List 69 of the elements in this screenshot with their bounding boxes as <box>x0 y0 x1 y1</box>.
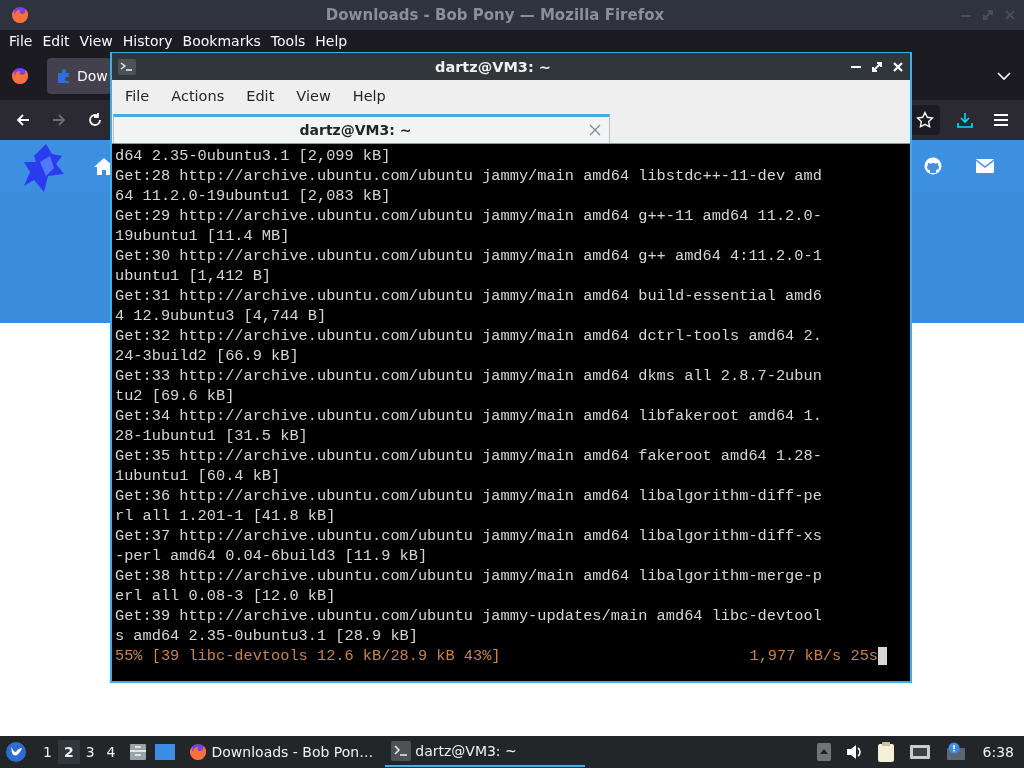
output-line: 1ubuntu1 [60.4 kB] <box>115 466 282 486</box>
menu-item[interactable]: Help <box>310 33 353 49</box>
window-title: Downloads - Bob Pony — Mozilla Firefox <box>324 6 666 24</box>
workspace-button[interactable]: 3 <box>79 740 101 764</box>
clipboard-icon[interactable] <box>876 741 895 763</box>
output-line: Get:32 http://archive.ubuntu.com/ubuntu jammy/main amd64 dctrl-tools amd64 2. <box>115 326 823 346</box>
workspace-button[interactable]: 1 <box>37 740 58 764</box>
output-line: erl all 0.08-3 [12.0 kB] <box>115 586 337 606</box>
firefox-icon <box>10 5 30 25</box>
output-line: rl all 1.201-1 [41.8 kB] <box>115 506 337 526</box>
menu-icon[interactable] <box>992 111 1010 129</box>
star-icon[interactable] <box>916 111 934 129</box>
transfer-rate: 1,977 kB/s 25s <box>749 646 878 666</box>
menu-item[interactable]: Help <box>341 88 397 104</box>
output-line: tu2 [69.6 kB] <box>115 386 236 406</box>
menu-item[interactable]: Edit <box>235 88 286 104</box>
volume-icon[interactable] <box>844 743 863 761</box>
menu-item[interactable]: View <box>74 33 118 49</box>
output-line: Get:37 http://archive.ubuntu.com/ubuntu jammy/main amd64 libalgorithm-diff-xs <box>115 526 823 546</box>
terminal-icon <box>391 741 412 761</box>
output-line: Get:36 http://archive.ubuntu.com/ubuntu jammy/main amd64 libalgorithm-diff-pe <box>115 486 823 506</box>
output-line: s amd64 2.35-0ubuntu3.1 [28.9 kB] <box>115 626 419 646</box>
mail-icon[interactable] <box>976 159 994 173</box>
desktop-icon[interactable] <box>153 742 176 762</box>
workspace-button[interactable]: 4 <box>100 740 122 764</box>
notification-icon[interactable] <box>944 742 967 762</box>
cursor <box>878 647 887 665</box>
window-title: dartz@VM3: ~ <box>434 58 552 75</box>
menu-item[interactable]: Tools <box>265 33 311 49</box>
menu-item[interactable]: Bookmarks <box>177 33 266 49</box>
output-line: Get:29 http://archive.ubuntu.com/ubuntu jammy/main amd64 g++-11 amd64 11.2.0- <box>115 206 823 226</box>
output-line: Get:34 http://archive.ubuntu.com/ubuntu jammy/main amd64 libfakeroot amd64 1. <box>115 406 823 426</box>
menu-item[interactable]: Actions <box>160 88 236 104</box>
reload-icon[interactable] <box>86 111 104 129</box>
output-line: Get:35 http://archive.ubuntu.com/ubuntu jammy/main amd64 fakeroot amd64 1.28- <box>115 446 823 466</box>
clock: 6:38 <box>982 744 1014 760</box>
terminal-icon <box>118 58 136 75</box>
menu-item[interactable]: File <box>114 88 161 104</box>
workspace-button[interactable]: 2 <box>57 740 80 764</box>
output-line: 28-1ubuntu1 [31.5 kB] <box>115 426 309 446</box>
menu-item[interactable]: File <box>4 33 38 49</box>
output-line: Get:38 http://archive.ubuntu.com/ubuntu jammy/main amd64 libalgorithm-merge-p <box>115 566 823 586</box>
progress-text: 55% [39 libc-devtools 12.6 kB/28.9 kB 43%] <box>115 646 501 666</box>
taskbar-task[interactable]: dartz@VM3: ~ <box>385 737 586 767</box>
output-line: 19ubuntu1 [11.4 MB] <box>115 226 291 246</box>
output-line: ubuntu1 [1,412 B] <box>115 266 273 286</box>
output-line: Get:28 http://archive.ubuntu.com/ubuntu jammy/main amd64 libstdc++-11-dev amd <box>115 166 823 186</box>
file-cabinet-icon[interactable] <box>127 742 148 762</box>
menu-item[interactable]: View <box>285 88 342 104</box>
download-icon[interactable] <box>956 111 974 129</box>
network-icon[interactable] <box>908 743 931 761</box>
output-line: -perl amd64 0.04-6build3 [11.9 kB] <box>115 546 429 566</box>
output-line: d64 2.35-0ubuntu3.1 [2,099 kB] <box>115 146 392 166</box>
output-line: Get:30 http://archive.ubuntu.com/ubuntu jammy/main amd64 g++ amd64 4:11.2.0-1 <box>115 246 823 266</box>
output-line: Get:39 http://archive.ubuntu.com/ubuntu jammy-updates/main amd64 libc-devtool <box>115 606 823 626</box>
output-line: 24-3build2 [66.9 kB] <box>115 346 300 366</box>
browser-tab[interactable]: Dow <box>47 58 111 94</box>
output-line: 4 12.9ubuntu3 [4,744 B] <box>115 306 328 326</box>
terminal-tab[interactable]: dartz@VM3: ~ <box>113 114 610 143</box>
menu-item[interactable]: History <box>117 33 178 49</box>
puzzle-icon <box>55 68 71 84</box>
output-line: 64 11.2.0-19ubuntu1 [2,083 kB] <box>115 186 392 206</box>
output-line: Get:31 http://archive.ubuntu.com/ubuntu jammy/main amd64 build-essential amd6 <box>115 286 823 306</box>
output-line: Get:33 http://archive.ubuntu.com/ubuntu jammy/main amd64 dkms all 2.8.7-2ubun <box>115 366 823 386</box>
taskbar-task[interactable]: Downloads - Bob Pon… <box>181 737 380 767</box>
firefox-icon <box>187 742 208 762</box>
menu-item[interactable]: Edit <box>37 33 75 49</box>
github-icon[interactable] <box>924 157 942 175</box>
firefox-icon[interactable] <box>10 66 30 86</box>
